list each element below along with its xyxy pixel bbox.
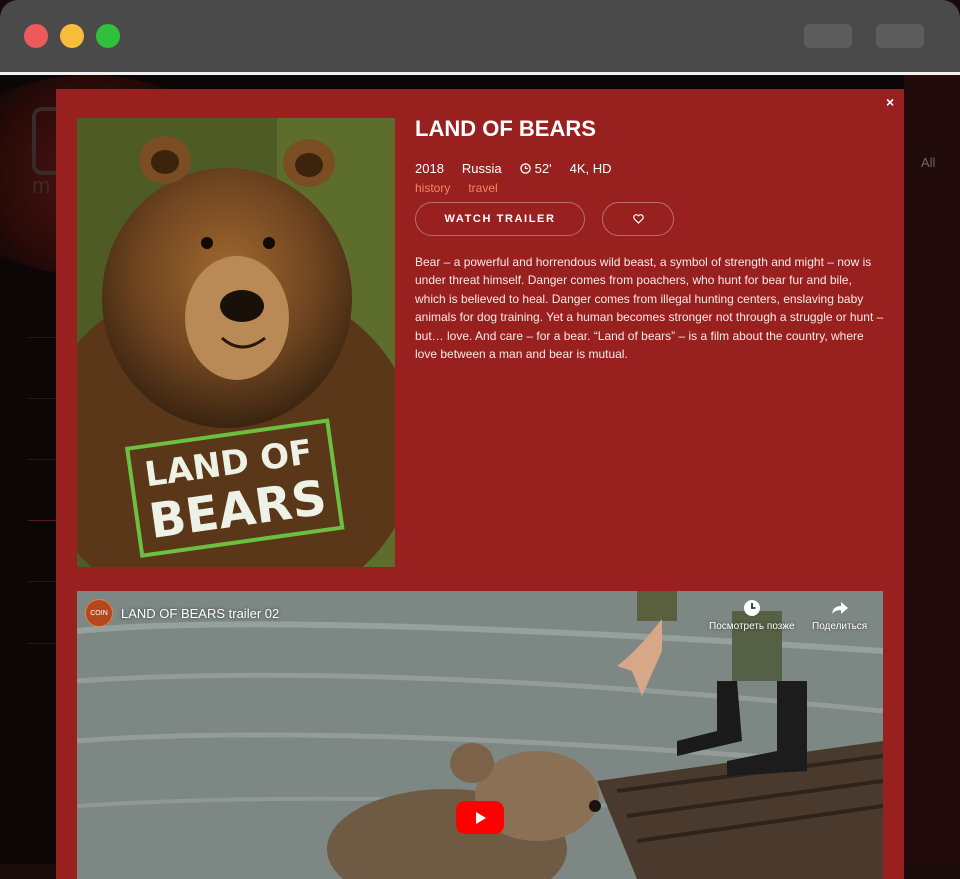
- background-divider: [28, 520, 56, 521]
- channel-avatar[interactable]: COIN: [85, 599, 113, 627]
- film-detail-modal: × LAND OF BEARS LAND OF BEARS 2018 Russi…: [56, 89, 904, 879]
- heart-icon: [632, 214, 644, 224]
- trailer-video-player[interactable]: COIN LAND OF BEARS trailer 02 Посмотреть…: [77, 591, 883, 879]
- clock-icon: [519, 163, 531, 174]
- film-meta: 2018 Russia 52' 4K, HD: [415, 161, 612, 176]
- clock-icon: [743, 600, 760, 616]
- play-icon: [476, 811, 486, 824]
- film-country: Russia: [461, 161, 502, 176]
- share-button[interactable]: Поделиться: [812, 599, 867, 632]
- filter-all-link[interactable]: All: [921, 155, 935, 170]
- poster-illustration: LAND OF BEARS: [77, 118, 395, 567]
- film-quality: 4K, HD: [569, 161, 612, 176]
- window-close-button[interactable]: [24, 24, 48, 48]
- favorite-button[interactable]: [602, 202, 674, 236]
- film-description: Bear – a powerful and horrendous wild be…: [415, 255, 884, 362]
- film-duration-value: 52': [534, 161, 552, 176]
- film-duration: 52': [519, 161, 552, 176]
- background-right-panel: [904, 75, 960, 864]
- background-divider: [28, 459, 56, 460]
- window-maximize-button[interactable]: [96, 24, 120, 48]
- background-divider: [28, 643, 56, 644]
- browser-toolbar-button[interactable]: [876, 24, 924, 48]
- background-divider: [28, 581, 56, 582]
- video-frame: [77, 591, 883, 879]
- window-minimize-button[interactable]: [60, 24, 84, 48]
- video-title[interactable]: LAND OF BEARS trailer 02: [121, 606, 279, 621]
- close-icon[interactable]: ×: [886, 94, 894, 110]
- background-divider: [28, 398, 56, 399]
- film-genres: history travel: [415, 181, 498, 195]
- genre-link[interactable]: travel: [468, 181, 497, 195]
- watch-later-label: Посмотреть позже: [709, 621, 795, 632]
- play-button[interactable]: [456, 801, 504, 834]
- share-label: Поделиться: [812, 621, 868, 632]
- watch-trailer-button[interactable]: WATCH TRAILER: [415, 202, 585, 236]
- watch-later-button[interactable]: Посмотреть позже: [709, 599, 795, 632]
- film-title: LAND OF BEARS: [415, 116, 596, 141]
- browser-titlebar: [0, 0, 960, 72]
- background-divider: [28, 337, 56, 338]
- background-logo-letter: m: [32, 173, 51, 198]
- share-icon: [831, 602, 848, 614]
- genre-link[interactable]: history: [415, 181, 450, 195]
- film-year: 2018: [415, 161, 444, 176]
- browser-toolbar-button[interactable]: [804, 24, 852, 48]
- film-poster: LAND OF BEARS: [77, 118, 395, 567]
